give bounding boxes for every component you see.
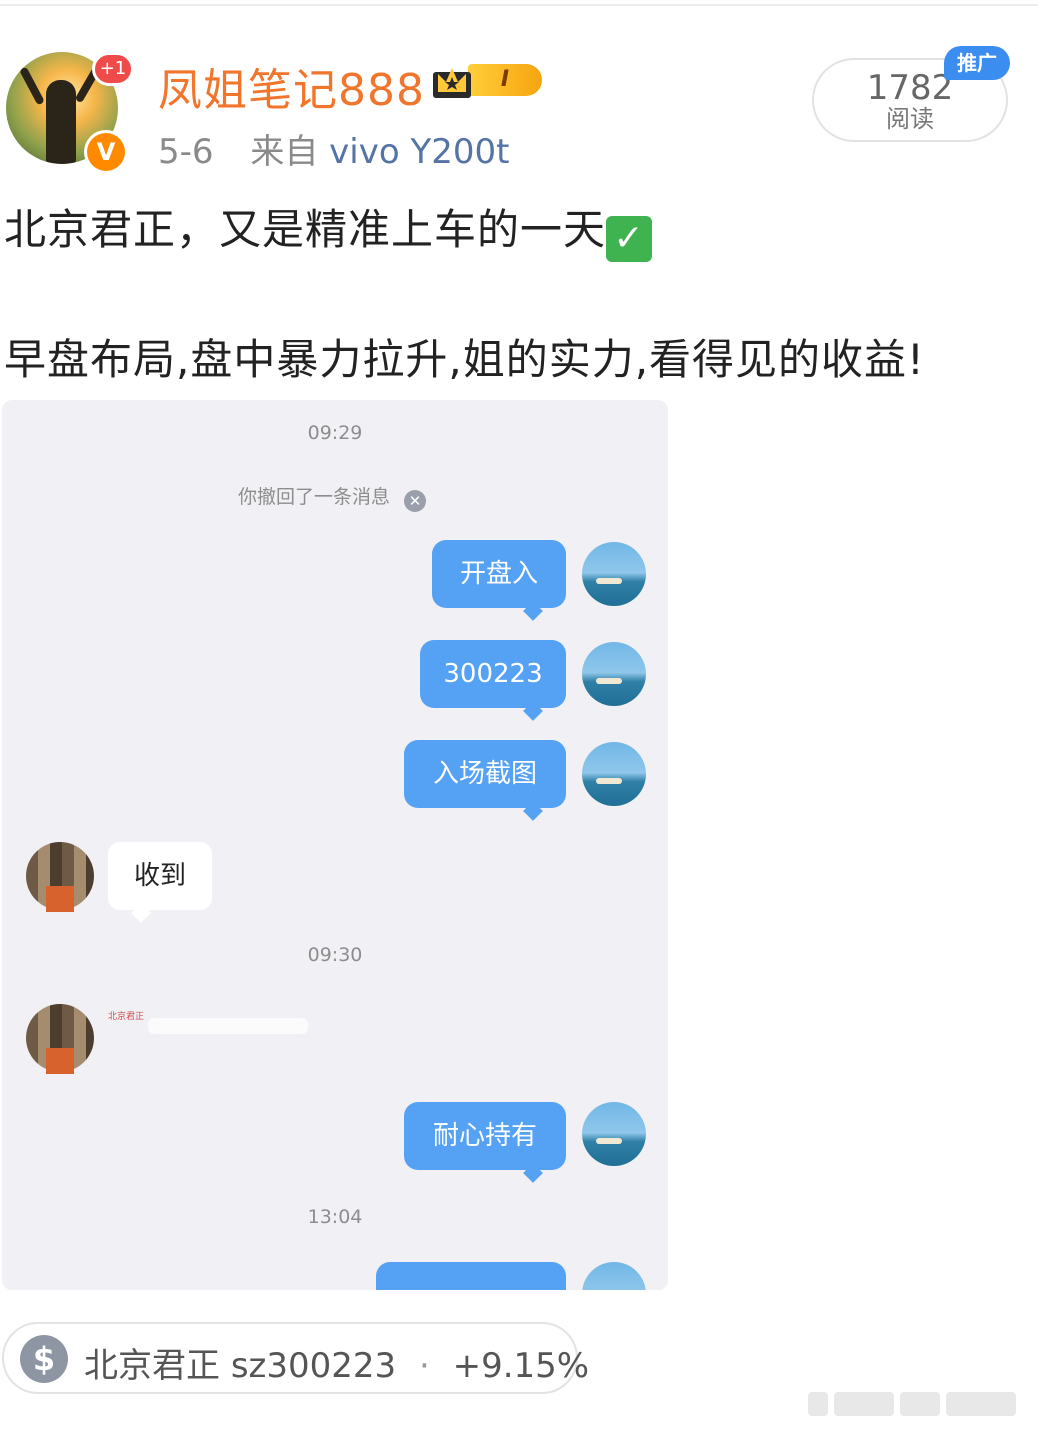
top-divider — [0, 4, 1038, 6]
stock-code: sz300223 — [230, 1346, 397, 1386]
author-name[interactable]: 凤姐笔记888 — [158, 54, 425, 118]
recall-notice: 你撤回了一条消息 ✕ — [238, 482, 427, 512]
chat-screenshot-image[interactable]: 09:29 你撤回了一条消息 ✕ 开盘入 300223 入场截图 收到 09:30… — [2, 400, 668, 1290]
self-avatar — [582, 542, 646, 606]
post-text-line2: 早盘布局,盘中暴力拉升,姐的实力,看得见的收益! — [4, 335, 925, 384]
post-headline: 北京君正，又是精准上车的一天 — [4, 205, 607, 254]
self-avatar — [582, 1102, 646, 1166]
post-text-line1: 北京君正，又是精准上车的一天 ✓ — [4, 196, 653, 262]
chat-timestamp: 09:30 — [307, 944, 363, 966]
author-avatar[interactable]: +1 V — [6, 52, 134, 174]
self-avatar — [582, 742, 646, 806]
chat-bubble-in: 收到 — [108, 842, 212, 910]
separator: · — [418, 1346, 430, 1386]
verified-icon: V — [84, 130, 128, 174]
post-date: 5-6 — [158, 132, 214, 172]
close-icon: ✕ — [404, 490, 427, 512]
chat-timestamp: 09:29 — [307, 422, 363, 444]
chat-bubble-out: 开盘入 — [432, 540, 566, 608]
contact-avatar — [26, 842, 94, 912]
shared-card-title: 北京君正 — [108, 1012, 145, 1022]
chat-bubble-out: 入场截图 — [404, 740, 566, 808]
contact-avatar — [26, 1004, 94, 1074]
source-prefix: 来自 — [250, 132, 319, 172]
notification-badge: +1 — [92, 52, 134, 86]
chat-bubble-out: 300223 — [420, 640, 566, 708]
dollar-icon: $ — [20, 1335, 68, 1383]
chat-bubble-out: 耐心持有 — [404, 1102, 566, 1170]
crown-icon — [433, 68, 471, 98]
chat-timestamp: 13:04 — [307, 1206, 363, 1228]
read-label: 阅读 — [886, 105, 934, 133]
stock-change: +9.15% — [452, 1346, 590, 1386]
chat-bubble-out-partial — [376, 1262, 566, 1290]
check-mark-icon: ✓ — [606, 216, 653, 262]
promo-tag: 推广 — [944, 46, 1010, 80]
watermark — [808, 1392, 1028, 1422]
self-avatar — [582, 1262, 646, 1290]
member-level-badge[interactable]: I — [430, 58, 548, 102]
post-meta: 5-6 来自 vivo Y200t — [158, 124, 509, 173]
stock-tag-text: 北京君正 sz300223 · +9.15% — [84, 1338, 589, 1387]
source-device[interactable]: vivo Y200t — [329, 132, 509, 172]
stock-name: 北京君正 — [84, 1346, 220, 1386]
self-avatar — [582, 642, 646, 706]
shared-stock-card: 北京君正 — [108, 1004, 318, 1044]
stock-tag[interactable]: $ 北京君正 sz300223 · +9.15% — [2, 1322, 589, 1394]
